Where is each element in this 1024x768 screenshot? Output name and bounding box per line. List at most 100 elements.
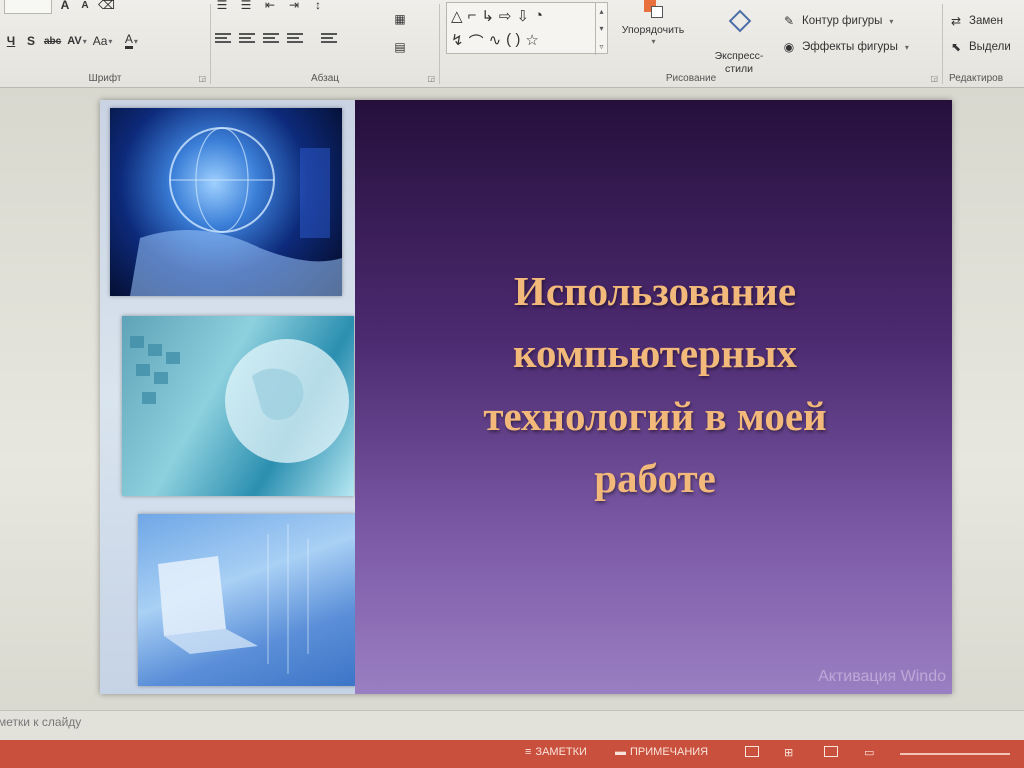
grow-font-icon[interactable]: A [58, 0, 72, 14]
quick-styles-icon [726, 9, 752, 33]
slide-image-column [100, 100, 356, 694]
shrink-font-icon[interactable]: A [78, 0, 92, 14]
columns-icon[interactable] [321, 32, 337, 44]
bullets-icon[interactable]: ☰ [215, 0, 229, 14]
chevron-down-icon: ▾ [108, 36, 113, 46]
slide-title-panel: Использование компьютерных технологий в … [355, 100, 952, 694]
triangle-shape-icon[interactable]: △ [451, 7, 463, 25]
curve-shape-icon[interactable]: ∿ [489, 31, 502, 52]
star-shape-icon[interactable]: ☆ [525, 31, 538, 52]
paragraph-group: ☰ ☰ ⇤ ⇥ ↕ ▦ ▤ Абзац ◲ [211, 0, 439, 88]
reading-view-icon [824, 746, 838, 757]
shapes-gallery[interactable]: △ ⌐ ↳ ⇨ ⇩ ◔ ↯ ⌒ ∿ ( ) ☆ ▴ ▾ ▿ [446, 2, 608, 55]
strikethrough-button[interactable]: abc [44, 32, 61, 50]
slide-canvas[interactable]: Использование компьютерных технологий в … [0, 88, 1024, 710]
pencil-icon: ✎ [783, 14, 795, 28]
select-button[interactable]: ⬉ Выдели [949, 38, 1011, 56]
notes-placeholder: метки к слайду [0, 715, 82, 729]
freeform-shape-icon[interactable]: ↯ [451, 31, 464, 52]
chevron-down-icon: ▾ [82, 36, 87, 46]
replace-icon: ⇄ [950, 14, 962, 28]
shadow-icon[interactable]: S [24, 32, 38, 50]
align-left-icon[interactable] [215, 32, 231, 44]
slide-title[interactable]: Использование компьютерных технологий в … [425, 260, 885, 509]
replace-button[interactable]: ⇄ Замен [949, 12, 1003, 30]
keyboard-globe-image[interactable] [122, 316, 354, 496]
shape-outline-button[interactable]: ✎ Контур фигуры ▾ [782, 12, 893, 30]
decrease-indent-icon[interactable]: ⇤ [263, 0, 277, 14]
comments-toggle-label: ПРИМЕЧАНИЯ [630, 746, 709, 758]
zoom-slider[interactable] [900, 753, 1010, 755]
shape-outline-label: Контур фигуры [802, 15, 883, 27]
numbering-icon[interactable]: ☰ [239, 0, 253, 14]
align-center-icon[interactable] [239, 32, 255, 44]
notes-icon: ≡ [525, 746, 532, 758]
brace-shape-icon[interactable]: ( ) [506, 31, 520, 52]
chevron-down-icon: ▾ [889, 16, 894, 26]
font-color-label: A [124, 33, 133, 49]
dialog-launcher-icon[interactable]: ◲ [427, 74, 435, 83]
elbow-arrow-shape-icon[interactable]: ↳ [481, 7, 494, 25]
normal-view-button[interactable] [745, 746, 759, 757]
select-label: Выдели [969, 41, 1011, 53]
status-bar: ≡ ЗАМЕТКИ ▬ ПРИМЕЧАНИЯ ⊞ ▭ [0, 740, 1024, 768]
shape-effects-button[interactable]: ◉ Эффекты фигуры ▾ [782, 38, 909, 56]
change-case-label: Aa [92, 34, 108, 48]
slide-sorter-icon: ⊞ [784, 747, 794, 759]
shape-effects-label: Эффекты фигуры [802, 41, 898, 53]
line-spacing-icon[interactable]: ↕ [311, 0, 325, 14]
connector-shape-icon[interactable]: ⌐ [468, 7, 477, 25]
character-spacing-button[interactable]: AV ▾ [67, 32, 86, 50]
text-direction-icon[interactable]: ▦ [393, 10, 407, 28]
arc-shape-icon[interactable]: ⌒ [469, 31, 484, 52]
chevron-down-icon: ▾ [133, 36, 138, 46]
arrange-icon [640, 0, 666, 20]
justify-icon[interactable] [287, 32, 303, 44]
reading-view-button[interactable] [824, 746, 838, 757]
slide[interactable]: Использование компьютерных технологий в … [100, 100, 952, 694]
chevron-down-icon: ▾ [651, 37, 656, 47]
slide-sorter-button[interactable]: ⊞ [784, 746, 793, 759]
dialog-launcher-icon[interactable]: ◲ [198, 74, 206, 83]
replace-label: Замен [969, 15, 1003, 27]
gallery-more-icon[interactable]: ▿ [599, 42, 603, 51]
scroll-up-icon[interactable]: ▴ [599, 7, 603, 16]
align-right-icon[interactable] [263, 32, 279, 44]
font-group-label: Шрифт [88, 73, 122, 84]
underline-icon[interactable]: Ч [4, 32, 18, 50]
right-arrow-shape-icon[interactable]: ⇨ [499, 7, 512, 25]
drawing-group-label: Рисование [665, 73, 717, 84]
editing-group-label: Редактиров [949, 73, 1004, 84]
globe-hand-image[interactable] [110, 108, 342, 296]
laptop-image[interactable] [138, 514, 356, 686]
normal-view-icon [745, 746, 759, 757]
down-arrow-shape-icon[interactable]: ⇩ [516, 7, 529, 25]
font-color-button[interactable]: A ▾ [124, 32, 138, 50]
cursor-icon: ⬉ [950, 40, 962, 54]
clear-formatting-icon[interactable]: ⌫ [98, 0, 115, 14]
globe-hand-illustration [130, 127, 342, 296]
effects-icon: ◉ [783, 40, 795, 54]
font-group: A A ⌫ Ч S abc AV ▾ Aa ▾ A ▾ Шрифт ◲ [0, 0, 210, 88]
arrange-label: Упорядочить [621, 24, 685, 36]
notes-toggle-button[interactable]: ≡ ЗАМЕТКИ [525, 746, 587, 758]
notes-toggle-label: ЗАМЕТКИ [535, 746, 587, 758]
slideshow-button[interactable]: ▭ [864, 746, 874, 759]
editing-group: ⇄ Замен ⬉ Выдели Редактиров [943, 0, 1024, 88]
font-size-input[interactable] [4, 0, 52, 14]
change-case-button[interactable]: Aa ▾ [93, 32, 113, 50]
callout-shape-icon[interactable]: ◔ [534, 7, 543, 25]
character-spacing-label: AV [67, 35, 82, 47]
paragraph-group-label: Абзац [310, 73, 340, 84]
comment-icon: ▬ [615, 746, 626, 758]
scroll-down-icon[interactable]: ▾ [599, 24, 603, 33]
arrange-button[interactable]: Упорядочить ▾ [612, 0, 694, 47]
gallery-scroll[interactable]: ▴ ▾ ▿ [595, 3, 607, 55]
comments-toggle-button[interactable]: ▬ ПРИМЕЧАНИЯ [615, 746, 708, 758]
drawing-group: △ ⌐ ↳ ⇨ ⇩ ◔ ↯ ⌒ ∿ ( ) ☆ ▴ ▾ ▿ Упорядочит… [440, 0, 942, 88]
increase-indent-icon[interactable]: ⇥ [287, 0, 301, 14]
dialog-launcher-icon[interactable]: ◲ [930, 74, 938, 83]
chevron-down-icon: ▾ [904, 42, 909, 52]
smartart-convert-icon[interactable]: ▤ [393, 38, 407, 56]
notes-pane[interactable]: метки к слайду [0, 710, 1024, 740]
